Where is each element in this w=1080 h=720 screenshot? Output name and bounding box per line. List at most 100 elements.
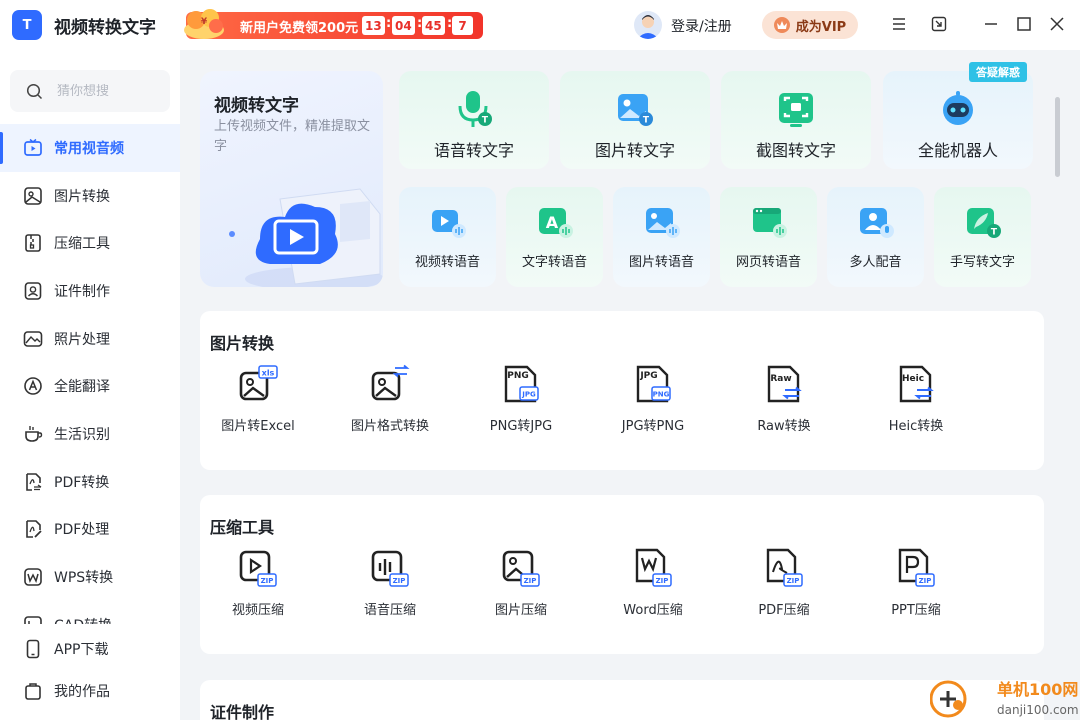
main-content: 视频转文字 上传视频文件，精准提取文字 T 语音转文字 T 图片转文字 截图转文… <box>180 50 1080 720</box>
text-voice-icon: A <box>538 208 573 238</box>
sidebar-item-compress[interactable]: 压缩工具 <box>0 219 180 267</box>
tool-label: PDF压缩 <box>758 603 810 618</box>
pdf-zip-icon: ZIP <box>766 548 803 587</box>
sidebar-item-label: 常用视音频 <box>54 140 124 157</box>
help-badge[interactable]: 答疑解惑 <box>969 62 1027 82</box>
hero-card-video-to-text[interactable]: 视频转文字 上传视频文件，精准提取文字 <box>200 71 383 287</box>
tool-pdf-compress[interactable]: ZIP PDF压缩 <box>718 547 850 618</box>
svg-text:Raw: Raw <box>770 374 791 384</box>
tool-label: Raw转换 <box>757 419 811 434</box>
feature-all-robot[interactable]: 全能机器人 <box>883 71 1033 169</box>
search-box[interactable] <box>10 70 170 112</box>
sidebar-item-wps-convert[interactable]: WPS转换 <box>0 553 180 601</box>
feature-label: 全能机器人 <box>917 141 998 160</box>
svg-text:ZIP: ZIP <box>656 577 669 585</box>
svg-text:T: T <box>482 116 489 126</box>
search-icon <box>26 83 43 99</box>
sidebar: 常用视音频 图片转换 压缩工具 证件制作 照片处理 <box>0 50 180 720</box>
image-format-icon <box>371 364 410 401</box>
sidebar-item-app-download[interactable]: APP下载 <box>0 628 180 670</box>
svg-text:ZIP: ZIP <box>261 577 274 585</box>
tool-image-compress[interactable]: ZIP 图片压缩 <box>455 547 587 618</box>
sidebar-item-common-av[interactable]: 常用视音频 <box>0 124 180 172</box>
sidebar-item-cad-convert[interactable]: CAD转换 <box>0 601 180 624</box>
tool-image-format-convert[interactable]: 图片格式转换 <box>324 363 456 434</box>
id-photo-icon <box>22 280 44 302</box>
timer-seconds: 45 <box>422 16 445 35</box>
section-compress: 压缩工具 ZIP 视频压缩 ZIP 语音压缩 ZIP 图片压缩 ZIP Word… <box>200 495 1044 654</box>
tool-image-to-excel[interactable]: xls 图片转Excel <box>192 363 324 434</box>
close-icon[interactable] <box>1047 14 1067 34</box>
minimize-icon[interactable] <box>981 14 1001 34</box>
tool-label: JPG转PNG <box>621 419 685 434</box>
sidebar-item-pdf-convert[interactable]: PDF转换 <box>0 458 180 506</box>
handwriting-icon: T <box>966 208 1001 238</box>
app-title: 视频转换文字 <box>54 18 156 38</box>
feature-video-to-voice[interactable]: 视频转语音 <box>399 187 496 287</box>
word-zip-icon: ZIP <box>635 548 672 587</box>
section-title: 证件制作 <box>210 703 275 720</box>
search-input[interactable] <box>57 83 157 99</box>
tool-label: 图片格式转换 <box>350 419 429 434</box>
feature-image-to-text[interactable]: T 图片转文字 <box>560 71 710 169</box>
feature-web-to-voice[interactable]: 网页转语音 <box>720 187 817 287</box>
crown-icon <box>773 17 790 33</box>
sidebar-item-label: WPS转换 <box>54 570 114 587</box>
svg-text:ZIP: ZIP <box>393 577 406 585</box>
tool-raw-convert[interactable]: Raw Raw转换 <box>718 363 850 434</box>
svg-text:ZIP: ZIP <box>919 577 932 585</box>
pdf-convert-icon <box>22 471 44 493</box>
tool-label: 图片转Excel <box>221 419 295 434</box>
sidebar-item-photo-process[interactable]: 照片处理 <box>0 315 180 363</box>
feature-label: 截图转文字 <box>755 141 836 160</box>
sidebar-item-pdf-process[interactable]: PDF处理 <box>0 506 180 554</box>
tool-heic-convert[interactable]: Heic Heic转换 <box>850 363 982 434</box>
feature-handwriting-to-text[interactable]: T 手写转文字 <box>934 187 1031 287</box>
promo-banner[interactable]: ¥ 新用户免费领200元 13 : 04 : 45 : 7 <box>184 9 483 39</box>
audio-zip-icon: ZIP <box>371 550 409 587</box>
svg-text:JPG: JPG <box>521 391 536 399</box>
cup-icon <box>22 423 44 445</box>
scrollbar[interactable] <box>1055 97 1060 177</box>
tool-video-compress[interactable]: ZIP 视频压缩 <box>192 547 324 618</box>
zip-icon <box>22 232 44 254</box>
section-title: 压缩工具 <box>210 518 275 537</box>
svg-text:xls: xls <box>262 369 275 378</box>
sidebar-item-translate[interactable]: 全能翻译 <box>0 362 180 410</box>
sidebar-item-label: 照片处理 <box>54 331 110 348</box>
svg-text:T: T <box>990 228 997 238</box>
login-link[interactable]: 登录/注册 <box>671 16 732 36</box>
sidebar-item-life-recognize[interactable]: 生活识别 <box>0 410 180 458</box>
tool-label: PPT压缩 <box>891 603 941 618</box>
feature-label: 视频转语音 <box>414 255 480 270</box>
sidebar-item-id-photo[interactable]: 证件制作 <box>0 267 180 315</box>
feature-multi-dubbing[interactable]: 多人配音 <box>827 187 924 287</box>
feature-text-to-voice[interactable]: A 文字转语音 <box>506 187 603 287</box>
tool-word-compress[interactable]: ZIP Word压缩 <box>587 547 719 618</box>
sidebar-item-image-convert[interactable]: 图片转换 <box>0 172 180 220</box>
mini-window-icon[interactable] <box>929 14 949 34</box>
vip-button[interactable]: 成为VIP <box>762 11 858 39</box>
web-voice-icon <box>752 208 787 238</box>
tool-png-to-jpg[interactable]: PNG JPG PNG转JPG <box>455 363 587 434</box>
sidebar-item-label: APP下载 <box>54 642 109 658</box>
svg-text:单机100网: 单机100网 <box>997 680 1078 699</box>
maximize-icon[interactable] <box>1014 14 1034 34</box>
tool-ppt-compress[interactable]: ZIP PPT压缩 <box>850 547 982 618</box>
feature-screenshot-to-text[interactable]: 截图转文字 <box>721 71 871 169</box>
section-image-convert: 图片转换 xls 图片转Excel 图片格式转换 PNG JPG PNG转JPG… <box>200 311 1044 470</box>
feature-image-to-voice[interactable]: 图片转语音 <box>613 187 710 287</box>
sidebar-item-label: PDF转换 <box>54 474 110 491</box>
feature-voice-to-text[interactable]: T 语音转文字 <box>399 71 549 169</box>
robot-icon <box>943 91 973 125</box>
svg-text:T: T <box>643 116 650 126</box>
tool-jpg-to-png[interactable]: JPG PNG JPG转PNG <box>587 363 719 434</box>
tool-label: 图片压缩 <box>494 603 547 618</box>
avatar[interactable] <box>634 11 662 39</box>
tool-audio-compress[interactable]: ZIP 语音压缩 <box>324 547 456 618</box>
sidebar-item-my-works[interactable]: 我的作品 <box>0 670 180 712</box>
image-voice-icon <box>645 208 680 238</box>
feature-label: 文字转语音 <box>521 255 587 270</box>
sidebar-item-label: PDF处理 <box>54 522 110 539</box>
menu-icon[interactable] <box>889 14 909 34</box>
